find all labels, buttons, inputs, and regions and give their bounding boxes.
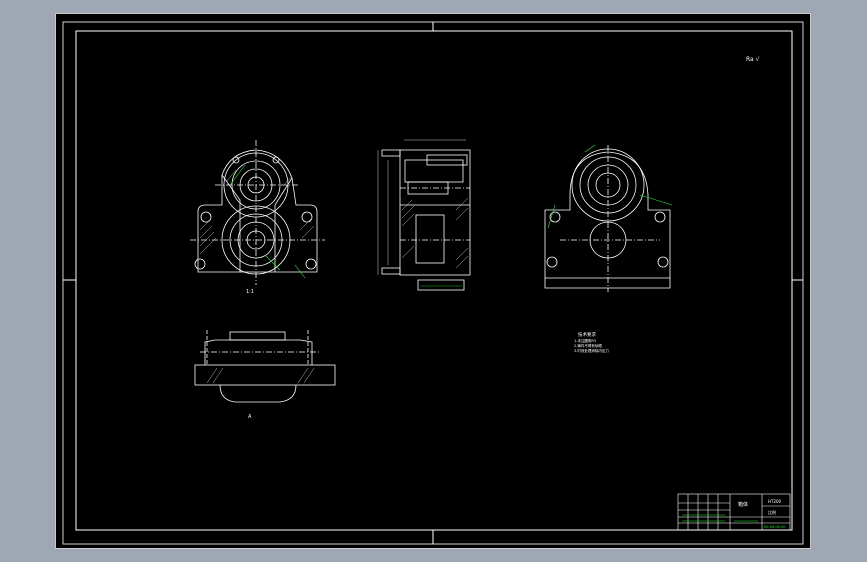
bottom-view-label: A [248,414,252,420]
bottom-view-hatch [206,367,315,384]
notes-heading: 技术要求 [578,331,596,338]
roughness-symbol: Ra √ [746,56,760,63]
cad-drawing-canvas[interactable]: Ra √ 1:1 A 技术要求 1.未注圆角R3 2.铸件不得有砂眼 3.时效处… [0,0,867,562]
notes-line-2: 2.铸件不得有砂眼 [574,343,602,348]
side-view[interactable] [544,145,671,292]
notes-line-3: 3.时效处理消除内应力 [574,348,609,353]
title-block-green-marks [682,514,758,522]
front-view-scale-label: 1:1 [246,289,254,295]
title-block-part-name: 箱体 [738,501,748,508]
notes-line-1: 1.未注圆角R3 [574,338,596,343]
title-block-material: HT200 [768,499,782,504]
title-block-drawing-number: 00-00-00-00 [764,525,786,529]
section-view-hatch [401,197,469,269]
technical-notes: 技术要求 1.未注圆角R3 2.铸件不得有砂眼 3.时效处理消除内应力 [574,331,609,353]
section-view[interactable] [381,149,471,291]
front-view[interactable] [190,140,325,285]
section-view-dimensions [377,139,466,287]
drawing-frame [62,21,804,545]
title-block-scale: 比例 [768,509,776,515]
bottom-view[interactable] [194,330,336,403]
front-view-hatch [199,169,315,255]
